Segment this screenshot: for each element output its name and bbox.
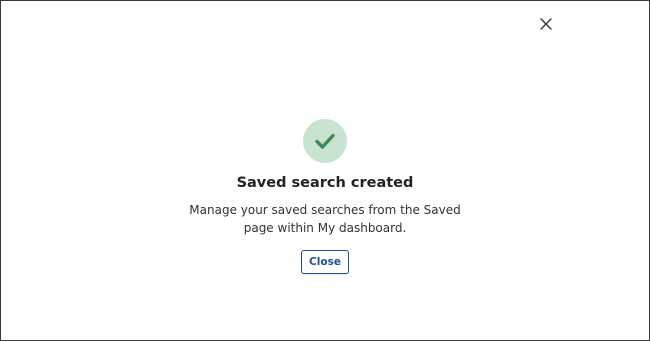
close-button[interactable]: Close: [301, 250, 349, 274]
dialog-message: Manage your saved searches from the Save…: [189, 203, 461, 235]
checkmark-icon: [315, 133, 335, 149]
dialog-title: Saved search created: [236, 175, 414, 191]
close-icon[interactable]: [538, 16, 554, 32]
saved-search-dialog: Saved search created Manage your saved s…: [0, 0, 650, 341]
dialog-content: Saved search created Manage your saved s…: [1, 119, 649, 274]
success-badge: [303, 119, 347, 163]
